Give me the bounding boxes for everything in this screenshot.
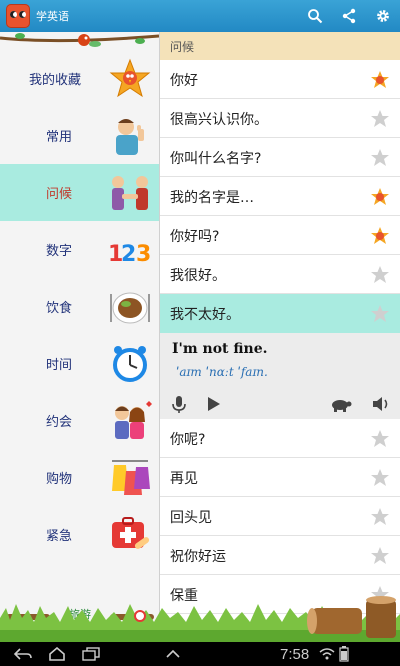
category-food[interactable]: 饮食: [0, 278, 159, 335]
phrase-row[interactable]: 很高兴认识你。: [160, 99, 400, 138]
category-label: 常用: [45, 130, 72, 145]
svg-text:2: 2: [121, 242, 136, 267]
category-label: 数字: [45, 244, 72, 259]
phrase-row-selected[interactable]: 我不太好。: [160, 294, 400, 333]
phrase-row[interactable]: 你好: [160, 60, 400, 99]
star-icon[interactable]: [370, 304, 390, 323]
search-icon: [308, 9, 323, 24]
category-label: 紧急: [45, 529, 72, 544]
grass-decoration: [0, 596, 400, 642]
battery-icon: [339, 646, 349, 662]
category-greetings[interactable]: 问候: [0, 164, 159, 221]
phrase-row[interactable]: 你叫什么名字?: [160, 138, 400, 177]
handshake-greeting-icon: [112, 176, 148, 210]
recent-apps-button[interactable]: [74, 642, 108, 666]
wifi-icon: [319, 648, 335, 660]
alarm-clock-icon: [113, 346, 147, 382]
category-panel: 我的收藏 常用 问候 数字 1 2 3 饮食 时间 约会 购物 紧急: [0, 32, 159, 642]
category-emergency[interactable]: 紧急: [0, 506, 159, 563]
numbers-123-icon: 1 2 3: [108, 242, 151, 267]
phrase-row[interactable]: 你好吗?: [160, 216, 400, 255]
turtle-slow-icon[interactable]: [330, 393, 352, 415]
gear-icon: [377, 10, 389, 22]
couple-date-icon: [115, 401, 152, 439]
favorite-rooster-icon[interactable]: [370, 70, 390, 89]
app-title: 学英语: [36, 10, 69, 23]
category-label: 我的收藏: [28, 73, 81, 88]
category-numbers[interactable]: 数字 1 2 3: [0, 221, 159, 278]
category-label: 饮食: [45, 301, 72, 316]
phrase-text: 我很好。: [170, 268, 226, 284]
clock-time: 7:58: [280, 645, 310, 663]
category-label: 约会: [45, 415, 72, 430]
phrase-row[interactable]: 回头见: [160, 497, 400, 536]
phrase-text: 我不太好。: [170, 307, 240, 323]
star-icon[interactable]: [370, 109, 390, 128]
english-translation: I'm not fine.: [172, 341, 268, 357]
settings-button[interactable]: [366, 0, 400, 32]
phrase-row[interactable]: 我的名字是…: [160, 177, 400, 216]
phrase-row[interactable]: 再见: [160, 458, 400, 497]
phrase-list: 问候 你好 很高兴认识你。 你叫什么名字? 我的名字是… 你好吗? 我很好。 我…: [160, 32, 400, 642]
category-shopping[interactable]: 购物: [0, 449, 159, 506]
phrase-row[interactable]: 你呢?: [160, 419, 400, 458]
star-icon[interactable]: [370, 468, 390, 487]
tree-branch-decoration: [0, 33, 159, 47]
category-label: 问候: [45, 187, 72, 202]
microphone-icon[interactable]: [168, 393, 190, 415]
star-icon[interactable]: [370, 148, 390, 167]
app-owl-icon[interactable]: [6, 4, 30, 28]
shopping-bags-icon: [112, 460, 150, 495]
phrase-text: 你呢?: [170, 432, 206, 448]
home-icon: [49, 647, 65, 661]
phrase-row[interactable]: 我很好。: [160, 255, 400, 294]
food-plate-icon: [110, 292, 150, 324]
phrase-text: 回头见: [170, 510, 212, 526]
back-button[interactable]: [6, 642, 40, 666]
star-icon[interactable]: [370, 265, 390, 284]
first-aid-kit-icon: [112, 517, 150, 549]
category-label: 购物: [45, 472, 72, 487]
favorites-rooster-star-icon: [109, 58, 151, 98]
phonetic-transcription: ˈaɪm ˈnɑːt ˈfaɪn.: [176, 365, 268, 379]
chevron-up-icon: [166, 649, 180, 658]
phrase-text: 你好吗?: [170, 229, 220, 245]
phrase-text: 很高兴认识你。: [170, 112, 268, 128]
home-button[interactable]: [40, 642, 74, 666]
svg-text:3: 3: [136, 242, 151, 267]
share-button[interactable]: [332, 0, 366, 32]
playback-controls: [160, 389, 400, 419]
back-arrow-icon: [13, 648, 32, 660]
translation-detail: I'm not fine. ˈaɪm ˈnɑːt ˈfaɪn.: [160, 333, 400, 419]
phrase-text: 你叫什么名字?: [170, 151, 262, 167]
phrase-text: 祝你好运: [170, 549, 226, 565]
speaker-icon[interactable]: [370, 393, 392, 415]
favorite-rooster-icon[interactable]: [370, 187, 390, 206]
phrase-text: 我的名字是…: [170, 190, 254, 206]
recent-apps-icon: [82, 647, 100, 661]
category-favorites[interactable]: 我的收藏: [0, 50, 159, 107]
favorite-rooster-icon[interactable]: [370, 226, 390, 245]
section-title: 问候: [160, 32, 400, 60]
play-icon[interactable]: [202, 393, 224, 415]
search-button[interactable]: [298, 0, 332, 32]
category-label: 时间: [45, 358, 72, 373]
category-common[interactable]: 常用: [0, 107, 159, 164]
man-thumbs-up-icon: [116, 119, 144, 155]
phrase-text: 你好: [170, 73, 198, 89]
action-bar: 学英语: [0, 0, 400, 32]
star-icon[interactable]: [370, 429, 390, 448]
star-icon[interactable]: [370, 546, 390, 565]
category-dating[interactable]: 约会: [0, 392, 159, 449]
share-icon: [342, 8, 356, 24]
phrase-row[interactable]: 祝你好运: [160, 536, 400, 575]
category-time[interactable]: 时间: [0, 335, 159, 392]
phrase-text: 再见: [170, 471, 198, 487]
system-navigation-bar: 7:58: [0, 642, 400, 666]
star-icon[interactable]: [370, 507, 390, 526]
menu-up-button[interactable]: [156, 642, 190, 666]
